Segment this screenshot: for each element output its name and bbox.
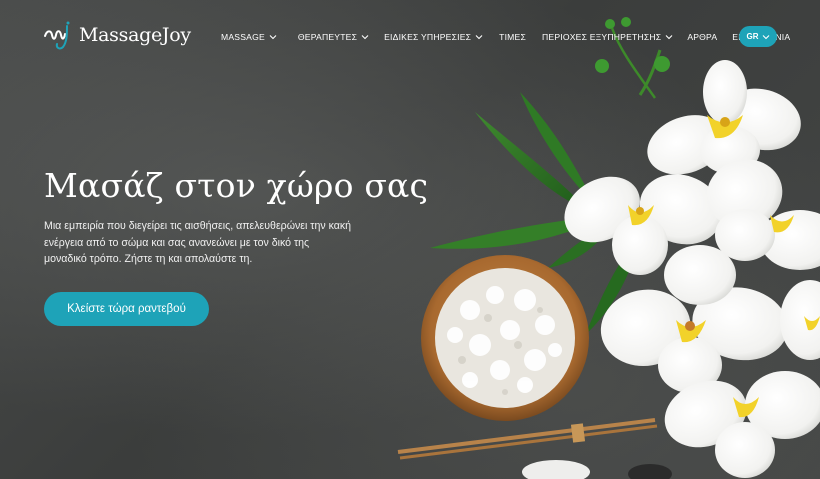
hero-headline: Μασάζ στον χώρο σας (44, 166, 429, 205)
brand-name-part2: Joy (161, 24, 191, 46)
nav-item-label: MASSAGE (221, 32, 265, 42)
chevron-down-icon (361, 35, 369, 40)
nav-item-massage[interactable]: MASSAGE (221, 27, 277, 47)
nav-item-label: ΤΙΜΕΣ (499, 32, 526, 42)
hero-subtext: Μια εμπειρία που διεγείρει τις αισθήσεις… (44, 220, 352, 265)
language-selector[interactable]: GR (739, 26, 777, 47)
nav-item-label: ΕΙΔΙΚΕΣ ΥΠΗΡΕΣΙΕΣ (384, 32, 472, 42)
orchid-flower-image (564, 60, 820, 478)
chevron-down-icon (269, 35, 277, 40)
bamboo-leaf-image (430, 17, 670, 335)
hero-section: MassageJoy MASSAGE ΘΕΡΑΠΕΥΤΕΣ ΕΙΔΙΚΕΣ ΥΠ… (0, 0, 820, 479)
salt-bowl-image (421, 255, 589, 421)
chevron-down-icon (475, 35, 483, 40)
main-navigation: MASSAGE ΘΕΡΑΠΕΥΤΕΣ ΕΙΔΙΚΕΣ ΥΠΗΡΕΣΙΕΣ ΤΙΜ… (221, 27, 790, 47)
incense-sticks-image (397, 418, 658, 460)
nav-item-special-services[interactable]: ΕΙΔΙΚΕΣ ΥΠΗΡΕΣΙΕΣ (384, 27, 483, 47)
logo-mark-icon (44, 21, 70, 50)
nav-item-articles[interactable]: ΑΡΘΡΑ (687, 27, 717, 47)
chevron-down-icon (762, 34, 769, 39)
nav-item-label: ΠΕΡΙΟΧΕΣ ΕΞΥΠΗΡΕΤΗΣΗΣ (541, 32, 662, 42)
language-label: GR (746, 32, 759, 41)
nav-item-therapists[interactable]: ΘΕΡΑΠΕΥΤΕΣ (298, 27, 369, 47)
nav-item-prices[interactable]: ΤΙΜΕΣ (499, 27, 526, 47)
nav-item-service-areas[interactable]: ΠΕΡΙΟΧΕΣ ΕΞΥΠΗΡΕΤΗΣΗΣ (542, 27, 673, 47)
nav-item-label: ΘΕΡΑΠΕΥΤΕΣ (297, 32, 358, 42)
book-appointment-button[interactable]: Κλείστε τώρα ραντεβού (44, 292, 209, 326)
chevron-down-icon (665, 35, 673, 40)
nav-item-label: ΑΡΘΡΑ (687, 32, 718, 42)
brand-logo[interactable]: MassageJoy (43, 20, 191, 50)
brand-name-part1: Massage (79, 24, 162, 46)
